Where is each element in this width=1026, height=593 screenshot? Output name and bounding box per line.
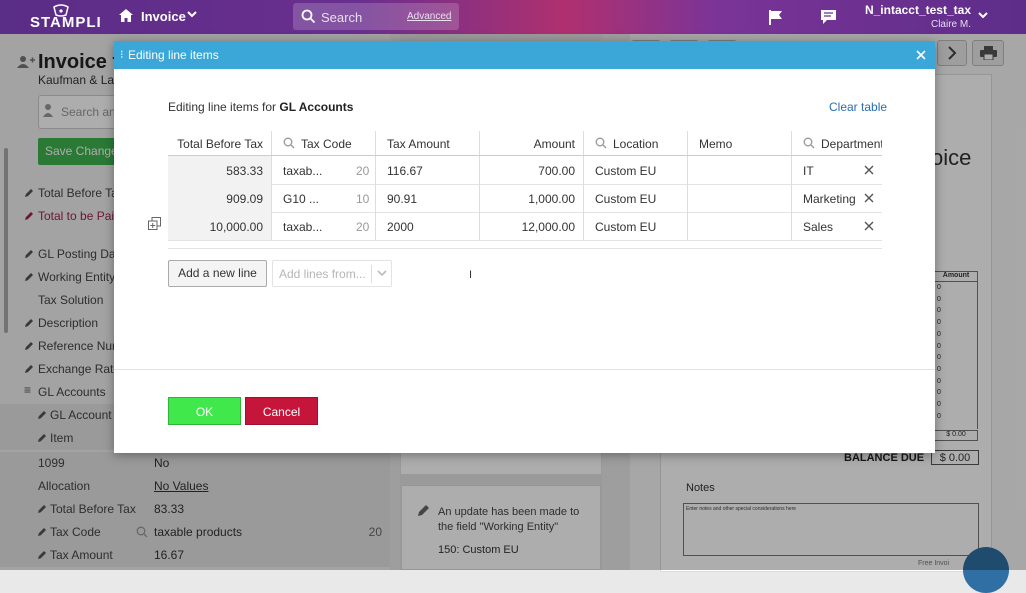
column-header-department[interactable]: Department xyxy=(792,131,882,155)
cell-tax-code[interactable]: G10 ... 10 xyxy=(272,184,376,212)
cell-amount[interactable]: 1,000.00 xyxy=(480,184,584,212)
cell-amount[interactable]: 700.00 xyxy=(480,156,584,184)
add-lines-from-placeholder: Add lines from... xyxy=(279,267,366,281)
tax-code-value: taxab... xyxy=(283,164,323,178)
cell-amount[interactable]: 12,000.00 xyxy=(480,212,584,240)
footer-divider xyxy=(114,369,935,370)
tax-code-value: G10 ... xyxy=(283,192,320,206)
home-icon[interactable] xyxy=(118,8,134,23)
ok-button[interactable]: OK xyxy=(168,397,241,425)
column-header-label: Location xyxy=(613,137,659,151)
close-icon[interactable] xyxy=(913,47,929,63)
cancel-button[interactable]: Cancel xyxy=(245,397,318,425)
remove-line-icon[interactable] xyxy=(864,165,874,175)
dialog-title: Editing line items xyxy=(128,48,219,62)
top-navigation-bar: STAMPLI Invoice Search Advanced N_intacc… xyxy=(0,0,1026,34)
dialog-caption: Editing line items for GL Accounts xyxy=(168,100,353,114)
cell-tax-code[interactable]: taxab... 20 xyxy=(272,212,376,240)
line-items-table: Total Before Tax Tax Code Tax Amount Amo… xyxy=(168,131,882,249)
column-header-location[interactable]: Location xyxy=(584,131,688,155)
chevron-down-icon[interactable] xyxy=(187,11,197,18)
cell-memo[interactable] xyxy=(688,184,792,212)
search-icon[interactable] xyxy=(595,137,607,149)
column-header-memo[interactable]: Memo xyxy=(688,131,792,155)
drag-handle-icon[interactable]: ⁝ xyxy=(120,48,124,61)
logo-text: STAMPLI xyxy=(30,14,102,31)
table-row: 909.09 G10 ... 10 90.91 1,000.00 Custom E… xyxy=(168,184,882,213)
table-bottom-rule xyxy=(168,248,882,249)
chevron-down-icon[interactable] xyxy=(377,270,387,277)
add-lines-from-dropdown[interactable]: Add lines from... xyxy=(272,260,392,287)
column-header-tax-code[interactable]: Tax Code xyxy=(272,131,376,155)
tax-code-number: 20 xyxy=(356,220,370,234)
cell-location[interactable]: Custom EU xyxy=(584,212,688,240)
cell-total-before-tax[interactable]: 583.33 xyxy=(168,156,272,184)
search-icon[interactable] xyxy=(283,137,295,149)
dialog-header[interactable]: ⁝ Editing line items xyxy=(114,41,935,69)
search-icon xyxy=(301,9,316,24)
table-row: 583.33 taxab... 20 116.67 700.00 Custom E… xyxy=(168,156,882,185)
caption-prefix: Editing line items for xyxy=(168,100,280,114)
duplicate-line-icon[interactable] xyxy=(148,217,161,230)
account-name: N_intacct_test_tax xyxy=(864,3,971,17)
cell-tax-code[interactable]: taxab... 20 xyxy=(272,156,376,184)
cell-total-before-tax[interactable]: 909.09 xyxy=(168,184,272,212)
tax-code-value: taxab... xyxy=(283,220,323,234)
section-label[interactable]: Invoice xyxy=(141,9,186,24)
edit-line-items-dialog: ⁝ Editing line items Editing line items … xyxy=(114,41,935,453)
search-icon[interactable] xyxy=(803,137,815,149)
cell-tax-amount[interactable]: 90.91 xyxy=(376,184,480,212)
chevron-down-icon[interactable] xyxy=(978,12,988,19)
cell-tax-amount[interactable]: 116.67 xyxy=(376,156,480,184)
stampli-logo[interactable]: STAMPLI xyxy=(30,3,102,31)
cell-memo[interactable] xyxy=(688,156,792,184)
cell-location[interactable]: Custom EU xyxy=(584,156,688,184)
advanced-search-link[interactable]: Advanced xyxy=(407,11,451,22)
global-search[interactable]: Search Advanced xyxy=(293,3,459,30)
column-header-tax-amount[interactable]: Tax Amount xyxy=(376,131,480,155)
remove-line-icon[interactable] xyxy=(864,221,874,231)
search-placeholder: Search xyxy=(321,10,363,25)
add-new-line-button[interactable]: Add a new line xyxy=(168,260,267,287)
user-name: Claire M. xyxy=(930,19,971,30)
account-switcher[interactable]: N_intacct_test_tax Claire M. xyxy=(840,3,971,30)
remove-line-icon[interactable] xyxy=(864,193,874,203)
dropdown-separator xyxy=(371,265,372,283)
cell-location[interactable]: Custom EU xyxy=(584,184,688,212)
text-cursor-icon: I xyxy=(469,269,473,281)
clear-table-link[interactable]: Clear table xyxy=(829,100,887,114)
table-row: 10,000.00 taxab... 20 2000 12,000.00 Cust… xyxy=(168,212,882,241)
column-header-label: Tax Code xyxy=(301,137,352,151)
column-header-amount[interactable]: Amount xyxy=(480,131,584,155)
cell-total-before-tax[interactable]: 10,000.00 xyxy=(168,212,272,240)
flag-icon[interactable] xyxy=(768,9,784,26)
column-header-label: Department xyxy=(821,137,882,151)
tax-code-number: 10 xyxy=(356,192,370,206)
caption-target: GL Accounts xyxy=(279,100,354,114)
cell-memo[interactable] xyxy=(688,212,792,240)
chat-icon[interactable] xyxy=(820,9,837,25)
tax-code-number: 20 xyxy=(356,164,370,178)
column-header-total-before-tax[interactable]: Total Before Tax xyxy=(168,131,272,155)
table-header-row: Total Before Tax Tax Code Tax Amount Amo… xyxy=(168,131,882,156)
cell-tax-amount[interactable]: 2000 xyxy=(376,212,480,240)
